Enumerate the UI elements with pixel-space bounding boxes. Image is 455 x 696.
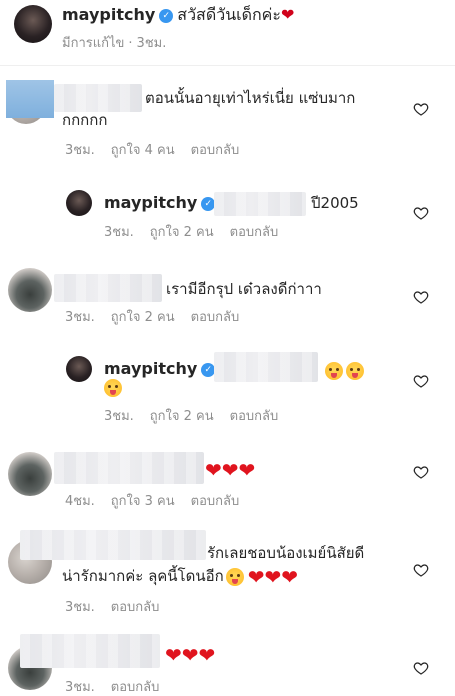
comment-text-line2: น่ารักมากค่ะ ลุคนี้โดนอีก	[62, 567, 224, 585]
comment-text: เรามีอีกรุป เด๋วลงดีก่าาา	[166, 280, 322, 298]
hearts-emoji: ❤❤❤	[165, 644, 217, 665]
caption-text: สวัสดีวันเด็กค่ะ	[177, 5, 281, 24]
hearts-emoji: ❤❤❤	[205, 459, 257, 480]
comment-time: 4ชม.	[65, 494, 95, 509]
redacted-username	[6, 80, 54, 118]
reply-row: maypitchy ✓	[104, 192, 219, 214]
comment-meta: 3ชม. ตอบกลับ	[65, 596, 175, 617]
heart-emoji-icon: ❤	[280, 5, 295, 24]
reply-button[interactable]: ตอบกลับ	[230, 225, 279, 240]
redacted-username	[54, 274, 162, 302]
likes-count[interactable]: ถูกใจ 4 คน	[111, 143, 175, 158]
reply-username[interactable]: maypitchy	[104, 359, 197, 378]
heart-outline-icon[interactable]	[413, 289, 429, 305]
tongue-emoji-icon	[104, 378, 122, 397]
edited-label: มีการแก้ไข	[62, 36, 125, 51]
redacted-text	[214, 192, 306, 216]
caption-username[interactable]: maypitchy	[62, 5, 155, 24]
redacted-username	[54, 452, 204, 484]
heart-outline-icon[interactable]	[413, 101, 429, 117]
likes-count[interactable]: ถูกใจ 2 คน	[111, 310, 175, 325]
comment-time: 3ชม.	[65, 310, 95, 325]
comment-time: 3ชม.	[104, 225, 134, 240]
caption-text-row: maypitchy ✓ สวัสดีวันเด็กค่ะ❤	[62, 4, 294, 26]
red-hearts-icon: ❤❤❤	[205, 457, 256, 482]
likes-count[interactable]: ถูกใจ 3 คน	[111, 494, 175, 509]
likes-count[interactable]: ถูกใจ 2 คน	[150, 409, 214, 424]
comments-screen: maypitchy ✓ สวัสดีวันเด็กค่ะ❤ มีการแก้ไข · 3…	[0, 0, 455, 696]
redacted-username	[20, 530, 206, 560]
commenter-avatar[interactable]	[8, 452, 52, 496]
reply-text: ปี2005	[311, 194, 359, 212]
heart-eyes-emoji-icon	[225, 567, 244, 586]
reply-button[interactable]: ตอบกลับ	[191, 494, 240, 509]
heart-outline-icon[interactable]	[413, 660, 429, 676]
comment-text-cont: กกกกก	[62, 111, 108, 129]
comment-text-cont: น่ารักมากค่ะ ลุคนี้โดนอีก ❤❤❤	[62, 565, 300, 587]
caption-meta: มีการแก้ไข · 3ชม.	[62, 32, 182, 53]
commenter-avatar[interactable]	[8, 268, 52, 312]
reply-button[interactable]: ตอบกลับ	[191, 310, 240, 325]
tongue-emoji-icon	[346, 361, 364, 380]
comment-time: 3ชม.	[65, 143, 95, 158]
comment-meta: 3ชม. ถูกใจ 2 คน ตอบกลับ	[65, 306, 255, 327]
verified-icon: ✓	[159, 8, 174, 23]
comment-time: 3ชม.	[65, 680, 95, 695]
author-avatar[interactable]	[66, 356, 92, 382]
reply-username[interactable]: maypitchy	[104, 193, 197, 212]
comment-text: ตอนนั้นอายุเท่าไหร่เนี่ย แซ่บมาก	[145, 89, 356, 107]
tongue-emoji-line2	[101, 377, 122, 397]
author-avatar[interactable]	[66, 190, 92, 216]
caption-header: maypitchy ✓ สวัสดีวันเด็กค่ะ❤ มีการแก้ไข · 3…	[0, 0, 455, 66]
comment-meta: 3ชม. ถูกใจ 2 คน ตอบกลับ	[104, 221, 294, 242]
reply-button[interactable]: ตอบกลับ	[230, 409, 279, 424]
heart-outline-icon[interactable]	[413, 205, 429, 221]
heart-outline-icon[interactable]	[413, 562, 429, 578]
comment-time: 3ชม.	[104, 409, 134, 424]
comment-meta: 3ชม. ตอบกลับ	[65, 676, 175, 696]
red-hearts-icon: ❤❤❤	[165, 642, 216, 667]
caption-time: 3ชม.	[136, 36, 167, 51]
heart-outline-icon[interactable]	[413, 464, 429, 480]
reply-button[interactable]: ตอบกลับ	[111, 600, 160, 615]
comment-meta: 3ชม. ถูกใจ 4 คน ตอบกลับ	[65, 139, 255, 160]
tongue-emoji-pair	[322, 360, 364, 380]
comment-meta: 4ชม. ถูกใจ 3 คน ตอบกลับ	[65, 490, 255, 511]
redacted-text	[214, 352, 318, 382]
reply-button[interactable]: ตอบกลับ	[111, 680, 160, 695]
comment-meta: 3ชม. ถูกใจ 2 คน ตอบกลับ	[104, 405, 294, 426]
author-avatar[interactable]	[14, 5, 52, 43]
meta-separator: ·	[128, 36, 133, 51]
comment-time: 3ชม.	[65, 600, 95, 615]
redacted-username	[54, 84, 142, 112]
red-hearts-icon: ❤❤❤	[247, 564, 298, 589]
comment-text: รักเลยชอบน้องเมย์นิสัยดี	[207, 544, 365, 562]
likes-count[interactable]: ถูกใจ 2 คน	[150, 225, 214, 240]
reply-button[interactable]: ตอบกลับ	[191, 143, 240, 158]
tongue-emoji-icon	[325, 361, 343, 380]
heart-outline-icon[interactable]	[413, 373, 429, 389]
redacted-username	[20, 634, 160, 668]
